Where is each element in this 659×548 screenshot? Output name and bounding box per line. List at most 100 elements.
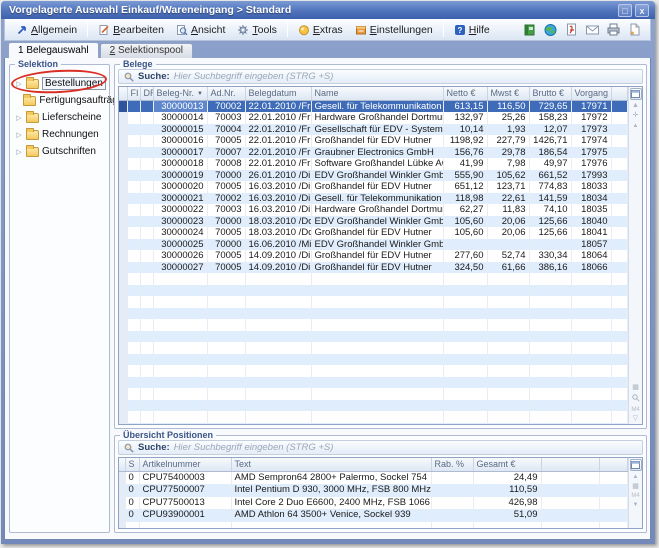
table-cell[interactable] (611, 158, 628, 170)
table-cell[interactable]: 70003 (207, 112, 245, 124)
table-row[interactable]: 300000187000822.01.2010 /FrSoftware Groß… (119, 158, 628, 170)
table-cell[interactable] (127, 250, 140, 262)
table-cell[interactable]: 22.01.2010 /Fr (245, 124, 311, 136)
table-cell[interactable]: Großhandel für EDV Hutner (311, 227, 443, 239)
table-row[interactable]: 300000257000016.06.2010 /MiEDV Großhande… (119, 239, 628, 251)
tree-item-fertigungsauftraege[interactable]: ▷ Fertigungsaufträge (10, 92, 109, 109)
table-cell[interactable] (140, 181, 153, 193)
table-cell[interactable]: AMD Athlon 64 3500+ Venice, Sockel 939 (231, 509, 431, 522)
table-cell[interactable]: Großhandel für EDV Hutner (311, 262, 443, 274)
table-cell[interactable] (599, 484, 628, 497)
table-cell[interactable] (611, 250, 628, 262)
column-header-s[interactable]: S (125, 458, 139, 471)
table-cell[interactable] (127, 216, 140, 228)
table-cell[interactable]: 70005 (207, 181, 245, 193)
table-cell[interactable]: 651,12 (443, 181, 487, 193)
table-row[interactable]: 300000147000322.01.2010 /FrHardware Groß… (119, 112, 628, 124)
table-cell[interactable]: 22.01.2010 /Fr (245, 135, 311, 147)
table-cell[interactable] (140, 239, 153, 251)
table-cell[interactable]: Gesell. für Telekommunikation (311, 100, 443, 112)
table-cell[interactable]: 774,83 (529, 181, 571, 193)
table-cell[interactable]: 18035 (571, 204, 611, 216)
menu-allgemein[interactable]: Allgemein (11, 22, 82, 38)
table-row[interactable]: 300000207000516.03.2010 /DiGroßhandel fü… (119, 181, 628, 193)
table-cell[interactable] (127, 239, 140, 251)
table-cell[interactable] (140, 158, 153, 170)
table-row[interactable]: 300000227000316.03.2010 /DiHardware Groß… (119, 204, 628, 216)
menu-hilfe[interactable]: ? Hilfe (449, 22, 495, 38)
table-cell[interactable] (127, 112, 140, 124)
table-cell[interactable]: 30000015 (153, 124, 207, 136)
table-row[interactable]: 300000157000422.01.2010 /FrGesellschaft … (119, 124, 628, 136)
table-cell[interactable]: 30000023 (153, 216, 207, 228)
table-cell[interactable]: 30000027 (153, 262, 207, 274)
scroll-down-icon[interactable]: ▼ (633, 501, 639, 509)
table-cell[interactable]: 70004 (207, 124, 245, 136)
column-header-vorgang[interactable]: Vorgang (571, 87, 611, 100)
column-header-rab[interactable]: Rab. % (431, 458, 473, 471)
table-cell[interactable]: 22.01.2010 /Fr (245, 147, 311, 159)
table-cell[interactable]: 7,98 (487, 158, 529, 170)
table-cell[interactable]: Intel Pentium D 930, 3000 MHz, FSB 800 M… (231, 484, 431, 497)
table-cell[interactable] (127, 170, 140, 182)
table-cell[interactable]: 324,50 (443, 262, 487, 274)
menu-tools[interactable]: Tools (232, 22, 282, 38)
table-cell[interactable]: 0 (125, 497, 139, 510)
table-cell[interactable]: 30000018 (153, 158, 207, 170)
table-cell[interactable]: 17972 (571, 112, 611, 124)
table-cell[interactable]: 18034 (571, 193, 611, 205)
print-icon[interactable] (605, 22, 621, 38)
table-cell[interactable]: 29,78 (487, 147, 529, 159)
table-row[interactable]: 300000217000216.03.2010 /DiGesell. für T… (119, 193, 628, 205)
table-cell[interactable]: EDV Großhandel Winkler GmbH (311, 216, 443, 228)
column-header-netto[interactable]: Netto € (443, 87, 487, 100)
table-cell[interactable]: 125,66 (529, 227, 571, 239)
positionen-search-input[interactable]: Suche: Hier Suchbegriff eingeben (STRG +… (118, 440, 643, 455)
table-row[interactable]: 300000277000514.09.2010 /DiGroßhandel fü… (119, 262, 628, 274)
belege-search-input[interactable]: Suche: Hier Suchbegriff eingeben (STRG +… (118, 69, 643, 84)
column-header-text[interactable]: Text (231, 458, 431, 471)
table-cell[interactable] (127, 147, 140, 159)
scroll-up-icon[interactable]: ▲ (632, 102, 639, 110)
table-cell[interactable]: 17971 (571, 100, 611, 112)
tree-item-lieferscheine[interactable]: ▷ Lieferscheine (10, 109, 109, 126)
table-cell[interactable] (431, 497, 473, 510)
table-cell[interactable] (611, 124, 628, 136)
table-cell[interactable]: 1198,92 (443, 135, 487, 147)
table-cell[interactable] (611, 147, 628, 159)
table-cell[interactable] (611, 100, 628, 112)
table-cell[interactable]: 18057 (571, 239, 611, 251)
tab-belegauswahl[interactable]: 1 Belegauswahl (8, 42, 99, 58)
table-cell[interactable]: 61,66 (487, 262, 529, 274)
archive-icon[interactable] (521, 22, 537, 38)
table-cell[interactable]: 52,74 (487, 250, 529, 262)
table-cell[interactable]: 1,93 (487, 124, 529, 136)
column-header-brutto[interactable]: Brutto € (529, 87, 571, 100)
table-cell[interactable] (611, 227, 628, 239)
table-cell[interactable]: 555,90 (443, 170, 487, 182)
table-cell[interactable] (140, 204, 153, 216)
menu-ansicht[interactable]: Ansicht (171, 22, 230, 38)
table-row[interactable]: 0CPU75400003AMD Sempron64 2800+ Palermo,… (119, 471, 628, 484)
table-row[interactable]: 0CPU77500007Intel Pentium D 930, 3000 MH… (119, 484, 628, 497)
table-cell[interactable]: 125,66 (529, 216, 571, 228)
table-cell[interactable]: 227,79 (487, 135, 529, 147)
table-cell[interactable]: 0 (125, 509, 139, 522)
table-cell[interactable]: 661,52 (529, 170, 571, 182)
table-cell[interactable] (127, 204, 140, 216)
table-cell[interactable] (140, 147, 153, 159)
table-cell[interactable]: 17973 (571, 124, 611, 136)
table-row[interactable]: 300000177000722.01.2010 /FrGraubner Elec… (119, 147, 628, 159)
table-cell[interactable]: 30000013 (153, 100, 207, 112)
table-cell[interactable]: 17993 (571, 170, 611, 182)
table-cell[interactable] (140, 124, 153, 136)
table-cell[interactable] (541, 497, 599, 510)
table-cell[interactable]: 70005 (207, 227, 245, 239)
table-cell[interactable]: Hardware Großhandel Dortmund (311, 112, 443, 124)
table-cell[interactable] (127, 193, 140, 205)
table-cell[interactable]: 330,34 (529, 250, 571, 262)
column-header-name[interactable]: Name (311, 87, 443, 100)
table-cell[interactable]: 12,07 (529, 124, 571, 136)
table-row[interactable]: 300000167000522.01.2010 /FrGroßhandel fü… (119, 135, 628, 147)
table-cell[interactable] (140, 112, 153, 124)
